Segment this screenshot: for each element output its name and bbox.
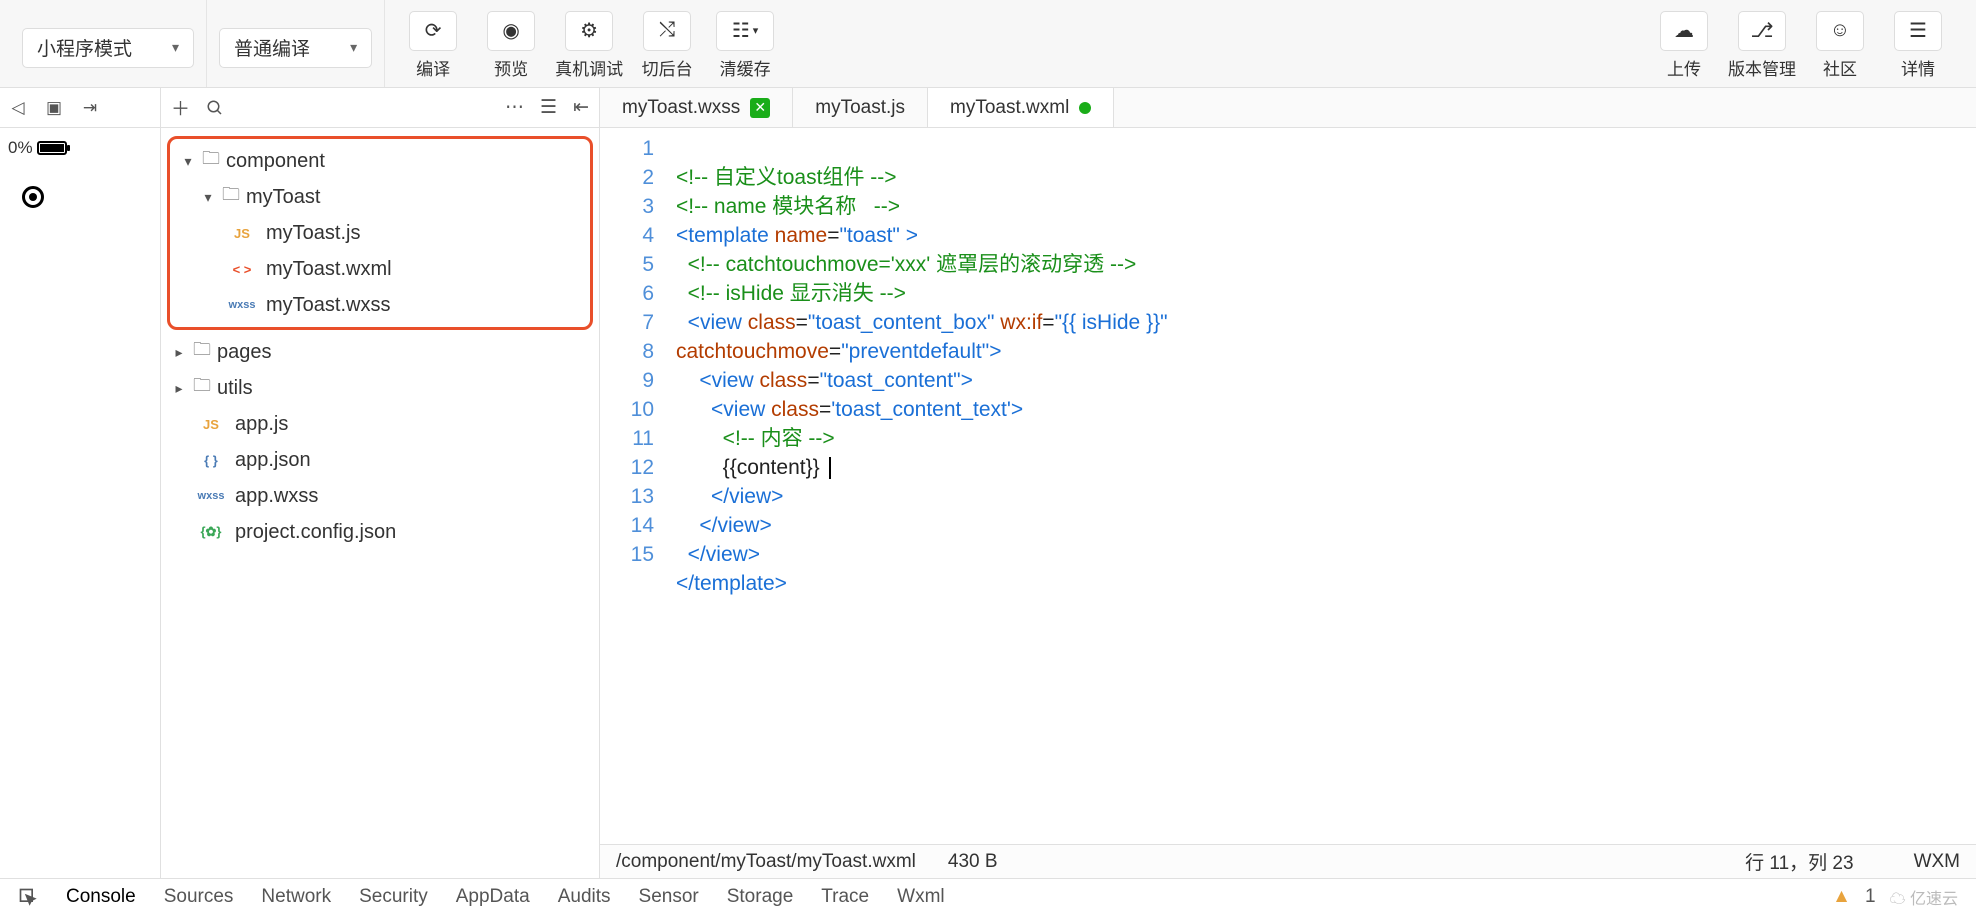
file-mytoast-wxml[interactable]: < > myToast.wxml <box>170 251 590 287</box>
tab-wxml[interactable]: Wxml <box>897 886 944 908</box>
text-cursor <box>829 457 831 479</box>
tab-appdata[interactable]: AppData <box>456 886 530 908</box>
search-icon[interactable] <box>206 99 224 117</box>
folder-pages[interactable]: ▸ 🗀 pages <box>161 334 599 370</box>
tab-sources[interactable]: Sources <box>164 886 234 908</box>
simulator-panel: ◁ ▣ ⇥ 0% <box>0 88 161 878</box>
editor-statusbar: /component/myToast/myToast.wxml 430 B 行 … <box>600 844 1976 878</box>
bug-icon: ⚙ <box>580 18 598 43</box>
battery-indicator: 0% <box>8 138 67 158</box>
preview-button[interactable]: ◉ 预览 <box>475 8 547 80</box>
tab-network[interactable]: Network <box>261 886 331 908</box>
file-tree: ▾ 🗀 component ▾ 🗀 myToast JS myToast.js <box>161 128 599 556</box>
file-mytoast-wxss[interactable]: wxss myToast.wxss <box>170 287 590 323</box>
status-lang: WXM <box>1914 851 1960 873</box>
chevron-down-icon: ▾ <box>172 39 179 56</box>
caret-down-icon: ▾ <box>200 189 216 206</box>
warning-count: 1 <box>1865 886 1876 908</box>
compile-button[interactable]: ⟳ 编译 <box>397 8 469 80</box>
tab-storage[interactable]: Storage <box>727 886 794 908</box>
cloud-upload-icon: ☁ <box>1674 18 1694 43</box>
file-app-wxss[interactable]: wxss app.wxss <box>161 478 599 514</box>
more-icon[interactable]: ⋯ <box>505 96 524 119</box>
settings-icon[interactable]: ☰ <box>540 96 557 119</box>
tab-console[interactable]: Console <box>66 886 136 908</box>
wxss-file-icon: wxss <box>193 490 229 502</box>
eye-icon: ◉ <box>502 18 519 43</box>
status-size: 430 B <box>948 851 998 873</box>
menu-icon: ☰ <box>1909 18 1927 43</box>
folder-icon: 🗀 <box>193 337 211 367</box>
new-file-icon[interactable]: ＋ <box>171 94 190 121</box>
top-toolbar: 小程序模式 ▾ 普通编译 ▾ ⟳ 编译 ◉ 预览 ⚙ 真机调试 <box>0 0 1976 88</box>
folder-mytoast[interactable]: ▾ 🗀 myToast <box>170 179 590 215</box>
wxml-file-icon: < > <box>224 262 260 277</box>
tab-trace[interactable]: Trace <box>821 886 869 908</box>
caret-right-icon: ▸ <box>171 344 187 361</box>
chat-icon: ☺ <box>1830 19 1850 42</box>
caret-right-icon: ▸ <box>171 380 187 397</box>
compile-dropdown-label: 普通编译 <box>234 34 310 61</box>
warning-icon[interactable]: ▲ <box>1832 886 1851 908</box>
layers-icon: ☷ <box>732 18 750 43</box>
file-explorer: ＋ ⋯ ☰ ⇤ ▾ 🗀 component ▾ <box>161 88 600 878</box>
json-file-icon: { } <box>193 453 229 468</box>
file-app-json[interactable]: { } app.json <box>161 442 599 478</box>
compile-dropdown[interactable]: 普通编译 ▾ <box>219 28 372 68</box>
code-area[interactable]: 123456789101112131415 <!-- 自定义toast组件 --… <box>600 128 1976 844</box>
version-button[interactable]: ⎇ 版本管理 <box>1726 8 1798 80</box>
chevron-down-icon: ▾ <box>350 39 357 56</box>
sim-pin-icon[interactable]: ◁ <box>6 98 30 118</box>
close-icon[interactable]: ✕ <box>750 98 770 118</box>
chevron-down-icon: ▾ <box>753 24 759 37</box>
tab-mytoast-wxml[interactable]: myToast.wxml <box>928 88 1114 127</box>
code-content[interactable]: <!-- 自定义toast组件 --> <!-- name 模块名称 --> <… <box>668 128 1168 844</box>
tab-sensor[interactable]: Sensor <box>639 886 699 908</box>
switch-icon: ⤭ <box>659 19 675 42</box>
status-path: /component/myToast/myToast.wxml <box>616 851 916 873</box>
remote-debug-button[interactable]: ⚙ 真机调试 <box>553 8 625 80</box>
details-button[interactable]: ☰ 详情 <box>1882 8 1954 80</box>
unsaved-dot-icon <box>1079 102 1091 114</box>
battery-icon <box>37 141 67 155</box>
folder-component[interactable]: ▾ 🗀 component <box>170 143 590 179</box>
sim-detach-icon[interactable]: ⇥ <box>78 98 102 118</box>
folder-icon: 🗀 <box>202 146 220 176</box>
file-project-config[interactable]: {✿} project.config.json <box>161 514 599 550</box>
tab-security[interactable]: Security <box>359 886 428 908</box>
branch-icon: ⎇ <box>1750 18 1773 43</box>
code-editor: myToast.wxss ✕ myToast.js myToast.wxml 1… <box>600 88 1976 878</box>
wxss-file-icon: wxss <box>224 299 260 311</box>
watermark: ☁ 亿速云 <box>1890 885 1958 909</box>
upload-button[interactable]: ☁ 上传 <box>1648 8 1720 80</box>
js-file-icon: JS <box>193 417 229 432</box>
folder-utils[interactable]: ▸ 🗀 utils <box>161 370 599 406</box>
background-button[interactable]: ⤭ 切后台 <box>631 8 703 80</box>
status-cursor: 行 11，列 23 <box>1745 848 1853 875</box>
folder-icon: 🗀 <box>222 182 240 212</box>
caret-down-icon: ▾ <box>180 153 196 170</box>
mode-dropdown[interactable]: 小程序模式 ▾ <box>22 28 194 68</box>
devtools-tabs: Console Sources Network Security AppData… <box>0 878 1976 914</box>
collapse-icon[interactable]: ⇤ <box>573 96 589 119</box>
config-file-icon: {✿} <box>193 524 229 540</box>
editor-tabs: myToast.wxss ✕ myToast.js myToast.wxml <box>600 88 1976 128</box>
clear-cache-button[interactable]: ☷▾ 清缓存 <box>709 8 781 80</box>
refresh-icon: ⟳ <box>425 18 442 43</box>
record-icon[interactable] <box>22 186 44 208</box>
line-gutter: 123456789101112131415 <box>600 128 668 844</box>
community-button[interactable]: ☺ 社区 <box>1804 8 1876 80</box>
file-mytoast-js[interactable]: JS myToast.js <box>170 215 590 251</box>
folder-icon: 🗀 <box>193 373 211 403</box>
sim-layout-icon[interactable]: ▣ <box>42 98 66 118</box>
tab-audits[interactable]: Audits <box>558 886 611 908</box>
tab-mytoast-wxss[interactable]: myToast.wxss ✕ <box>600 88 793 127</box>
file-app-js[interactable]: JS app.js <box>161 406 599 442</box>
highlight-annotation: ▾ 🗀 component ▾ 🗀 myToast JS myToast.js <box>167 136 593 330</box>
tab-mytoast-js[interactable]: myToast.js <box>793 88 928 127</box>
inspect-icon[interactable] <box>18 887 38 907</box>
mode-dropdown-label: 小程序模式 <box>37 34 132 61</box>
js-file-icon: JS <box>224 226 260 241</box>
